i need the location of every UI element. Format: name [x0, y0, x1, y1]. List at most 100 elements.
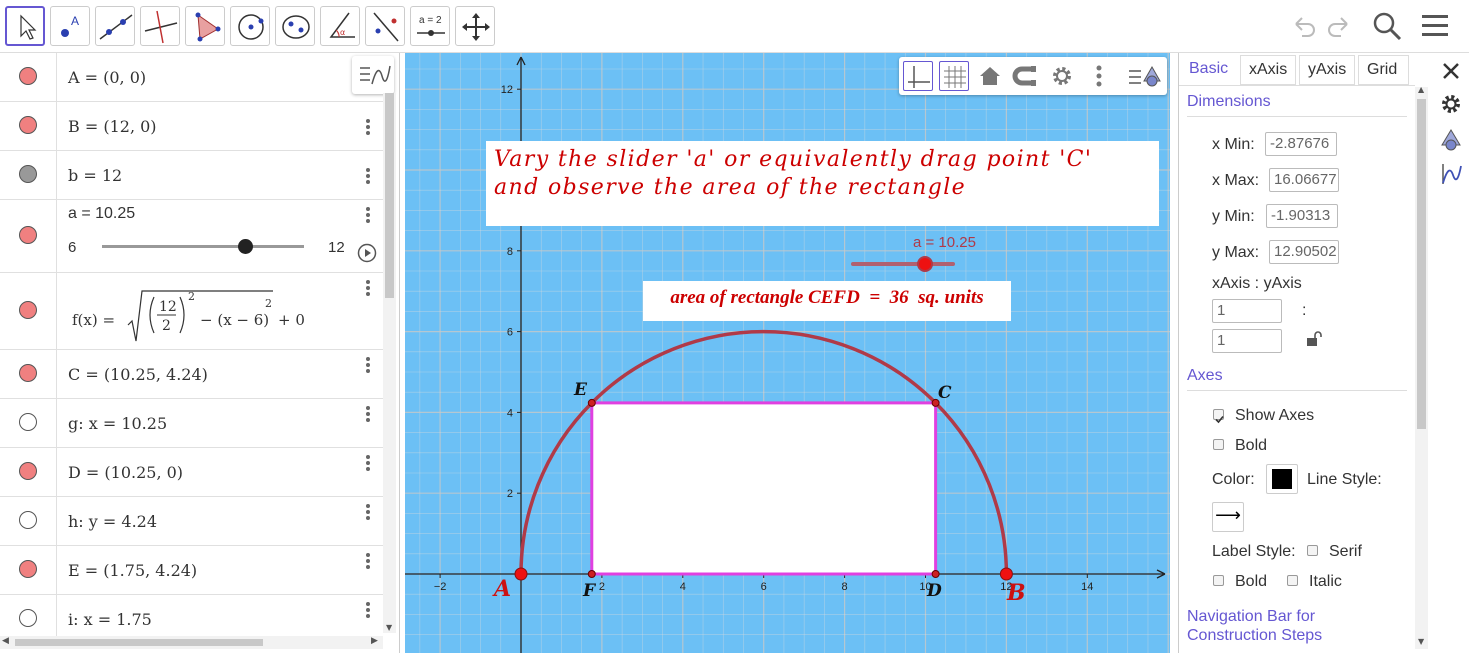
scroll-down-arrow-icon[interactable]: ▼ — [386, 623, 392, 632]
slider-knob[interactable] — [238, 239, 254, 254]
reflect-tool-button[interactable] — [365, 6, 405, 46]
algebra-row-A[interactable]: A = (0, 0) — [0, 53, 383, 102]
line-style-button[interactable]: ⟶ — [1212, 502, 1244, 532]
visibility-toggle[interactable] — [19, 462, 37, 480]
axes-color-button[interactable] — [1266, 464, 1298, 494]
slider-tool-button[interactable]: a = 2 — [410, 6, 450, 46]
line-style-label: Line Style: — [1307, 471, 1382, 488]
algebra-side-button[interactable] — [1438, 161, 1464, 187]
visibility-toggle[interactable] — [19, 609, 37, 627]
visibility-toggle[interactable] — [19, 364, 37, 382]
angle-tool-button[interactable]: α — [320, 6, 360, 46]
polygon-tool-button[interactable] — [185, 6, 225, 46]
more-options-icon[interactable] — [360, 278, 376, 298]
graphics-style-bar-toggle[interactable] — [1125, 61, 1163, 91]
tab-xaxis[interactable]: xAxis — [1240, 55, 1296, 85]
x-max-field[interactable]: 16.06677 — [1269, 168, 1339, 192]
algebra-row-f[interactable]: f(x) = 12 2 2 − (x − 6) 2 + 0 — [0, 273, 383, 350]
properties-vertical-scrollbar[interactable]: ▲ ▼ — [1415, 85, 1428, 649]
circle-tool-button[interactable] — [230, 6, 270, 46]
visibility-toggle[interactable] — [19, 301, 37, 319]
graphics-settings-button[interactable] — [1047, 61, 1077, 91]
visibility-toggle[interactable] — [19, 116, 37, 134]
more-options-icon[interactable] — [360, 551, 376, 571]
main-menu-button[interactable] — [1421, 12, 1449, 40]
graphics-more-button[interactable] — [1089, 61, 1109, 91]
graphics-slider[interactable] — [851, 256, 955, 272]
more-options-icon[interactable] — [360, 355, 376, 375]
algebra-row-h[interactable]: h: y = 4.24 — [0, 497, 383, 546]
algebra-row-E[interactable]: E = (1.75, 4.24) — [0, 546, 383, 595]
bold-checkbox[interactable] — [1213, 439, 1224, 450]
serif-checkbox[interactable] — [1307, 545, 1318, 556]
graphics-side-button[interactable] — [1438, 127, 1464, 153]
rectangle-CEFD[interactable] — [590, 401, 938, 576]
color-swatch — [1272, 469, 1292, 489]
y-min-field[interactable]: -1.90313 — [1266, 204, 1338, 228]
line-tool-button[interactable] — [95, 6, 135, 46]
algebra-row-B[interactable]: B = (12, 0) — [0, 102, 383, 151]
standard-view-button[interactable] — [975, 61, 1005, 91]
label-A: A — [492, 576, 511, 602]
lock-ratio-button[interactable] — [1305, 330, 1323, 348]
undo-icon — [1295, 17, 1315, 37]
algebra-vertical-scrollbar[interactable]: ▼ — [383, 93, 396, 633]
italic-checkbox[interactable] — [1287, 575, 1298, 586]
visibility-toggle[interactable] — [19, 67, 37, 85]
algebra-horizontal-scrollbar[interactable]: ◀ ▶ — [0, 636, 383, 649]
search-button[interactable] — [1371, 10, 1403, 42]
y-max-field[interactable]: 12.90502 — [1269, 240, 1339, 264]
more-options-icon[interactable] — [360, 404, 376, 424]
scrollbar-thumb[interactable] — [1417, 99, 1426, 429]
visibility-toggle[interactable] — [19, 511, 37, 529]
visibility-toggle[interactable] — [19, 413, 37, 431]
more-options-icon[interactable] — [360, 600, 376, 620]
hamburger-menu-icon — [1422, 15, 1448, 36]
scroll-down-arrow-icon[interactable]: ▼ — [1418, 637, 1424, 646]
ratio-y-field[interactable]: 1 — [1212, 329, 1282, 353]
tab-grid[interactable]: Grid — [1358, 55, 1409, 85]
play-button[interactable] — [357, 243, 377, 263]
algebra-slider[interactable] — [102, 239, 304, 254]
scroll-left-arrow-icon[interactable]: ◀ — [2, 636, 9, 646]
ellipse-tool-button[interactable] — [275, 6, 315, 46]
more-options-icon[interactable] — [360, 502, 376, 522]
more-options-icon[interactable] — [360, 166, 376, 186]
tab-yaxis[interactable]: yAxis — [1299, 55, 1355, 85]
move-graphics-view-tool-button[interactable] — [455, 6, 495, 46]
show-axes-checkbox[interactable] — [1213, 409, 1224, 424]
perpendicular-line-tool-button[interactable] — [140, 6, 180, 46]
settings-side-button[interactable] — [1438, 91, 1464, 117]
more-options-icon[interactable] — [360, 205, 376, 225]
show-grid-toggle[interactable] — [939, 61, 969, 91]
algebra-row-D[interactable]: D = (10.25, 0) — [0, 448, 383, 497]
scroll-up-arrow-icon[interactable]: ▲ — [1418, 85, 1424, 94]
algebra-row-g[interactable]: g: x = 10.25 — [0, 399, 383, 448]
close-properties-button[interactable] — [1440, 60, 1462, 82]
redo-button[interactable] — [1325, 12, 1355, 42]
more-options-icon[interactable] — [360, 453, 376, 473]
point-tool-button[interactable]: A — [50, 6, 90, 46]
algebra-view-style-button[interactable] — [352, 56, 394, 94]
ratio-x-field[interactable]: 1 — [1212, 299, 1282, 323]
algebra-row-b[interactable]: b = 12 — [0, 151, 383, 200]
point-capturing-button[interactable] — [1011, 61, 1041, 91]
move-tool-button[interactable] — [5, 6, 45, 46]
more-options-icon[interactable] — [360, 117, 376, 137]
graphics-view[interactable]: −2 2 4 6 8 10 12 14 2 4 6 8 12 ABCEFD Vary the slide… — [405, 53, 1170, 653]
algebra-row-C[interactable]: C = (10.25, 4.24) — [0, 350, 383, 399]
tab-basic[interactable]: Basic — [1181, 55, 1231, 85]
show-axes-toggle[interactable] — [903, 61, 933, 91]
visibility-toggle[interactable] — [19, 165, 37, 183]
algebra-row-a-slider[interactable]: a = 10.25 6 12 — [0, 200, 383, 273]
visibility-toggle[interactable] — [19, 226, 37, 244]
x-min-field[interactable]: -2.87676 — [1265, 132, 1337, 156]
bold-label-checkbox[interactable] — [1213, 575, 1224, 586]
y-tick-label: 8 — [507, 246, 513, 258]
scroll-right-arrow-icon[interactable]: ▶ — [371, 636, 378, 646]
scrollbar-thumb[interactable] — [15, 639, 263, 646]
visibility-toggle[interactable] — [19, 560, 37, 578]
graphics-slider-knob[interactable] — [916, 256, 933, 272]
undo-button[interactable] — [1288, 12, 1318, 42]
scrollbar-thumb[interactable] — [385, 93, 394, 298]
